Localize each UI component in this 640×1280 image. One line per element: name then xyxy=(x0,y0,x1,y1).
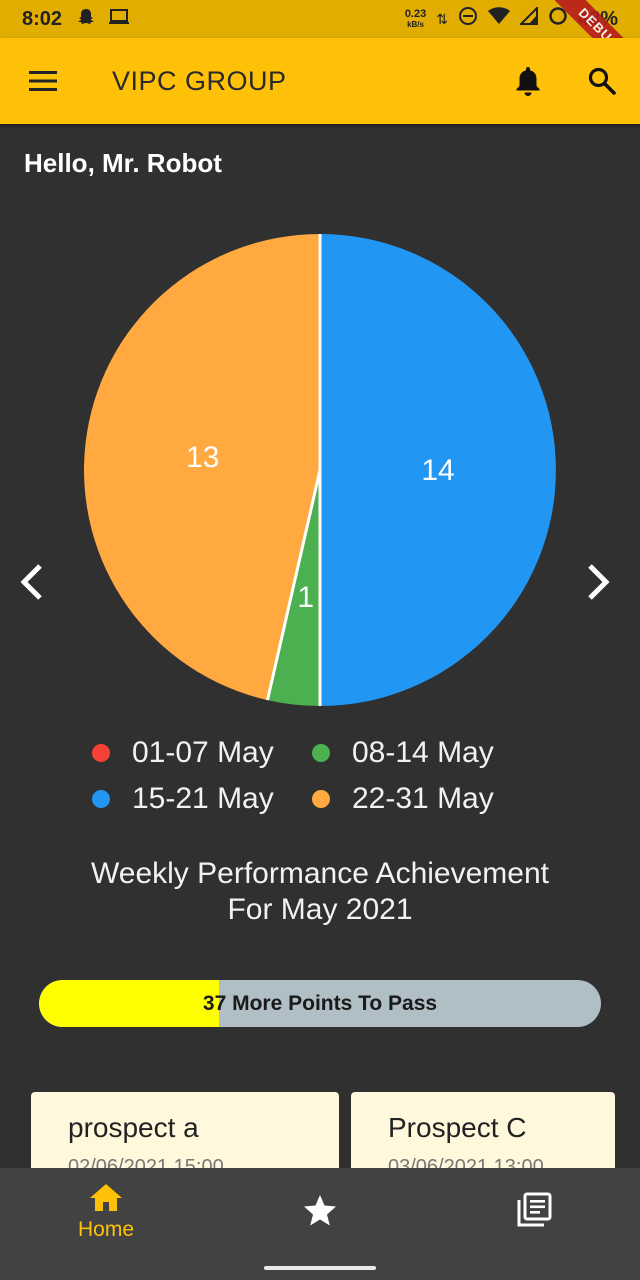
hamburger-icon xyxy=(29,71,57,91)
previous-month-button[interactable] xyxy=(10,552,54,612)
bell-icon xyxy=(516,67,540,96)
legend-label: 08-14 May xyxy=(352,736,494,769)
search-icon xyxy=(588,67,616,95)
legend-dot-0 xyxy=(92,744,110,762)
legend-item: 15-21 May xyxy=(92,782,274,816)
prospect-card[interactable]: Prospect C 03/06/2021 13:00 xyxy=(351,1092,615,1168)
cell-signal-icon xyxy=(518,5,538,31)
menu-button[interactable] xyxy=(14,51,74,111)
app-title: VIPC GROUP xyxy=(112,65,287,96)
legend-dot-3 xyxy=(312,790,330,808)
gesture-home-indicator xyxy=(264,1266,376,1270)
pie-label: 13 xyxy=(186,441,219,474)
data-transfer-icon: ⇅ xyxy=(436,10,448,27)
net-speed-value: 0.23 xyxy=(404,7,427,20)
net-speed-unit: kB/s xyxy=(407,19,424,29)
next-month-button[interactable] xyxy=(576,552,620,612)
bottom-navigation: Home xyxy=(0,1168,640,1280)
nav-reports[interactable] xyxy=(514,1192,554,1228)
nav-favorites[interactable] xyxy=(300,1194,340,1226)
legend-item: 08-14 May xyxy=(312,736,494,770)
pie-chart-container: 14 1 13 xyxy=(0,210,640,730)
prospect-time: 02/06/2021 15:00 xyxy=(68,1156,224,1168)
nav-home-label: Home xyxy=(77,1218,135,1241)
chart-title-line-2: For May 2021 xyxy=(227,893,413,926)
chart-title-line-1: Weekly Performance Achievement xyxy=(91,857,549,890)
legend-dot-1 xyxy=(312,744,330,762)
pie-label: 1 xyxy=(297,581,314,614)
points-progress-bar: 37 More Points To Pass xyxy=(39,980,601,1027)
legend-label: 22-31 May xyxy=(352,782,494,815)
app-bar: VIPC GROUP xyxy=(0,38,640,124)
notifications-button[interactable] xyxy=(502,51,554,111)
nav-home[interactable]: Home xyxy=(66,1182,146,1242)
pie-chart: 14 1 13 xyxy=(84,234,556,706)
legend-dot-2 xyxy=(92,790,110,808)
library-books-icon xyxy=(517,1192,552,1227)
status-bar: 8:02 0.23 kB/s ⇅ 48% DEBUG xyxy=(0,0,640,97)
network-speed: 0.23 kB/s xyxy=(404,7,427,30)
prospect-card[interactable]: prospect a 02/06/2021 15:00 xyxy=(31,1092,339,1168)
pie-label: 14 xyxy=(421,454,454,487)
progress-label: 37 More Points To Pass xyxy=(202,991,438,1015)
prospect-name: prospect a xyxy=(68,1112,199,1143)
chart-title: Weekly Performance Achievement For May 2… xyxy=(0,856,640,928)
search-button[interactable] xyxy=(576,51,628,111)
wifi-icon xyxy=(487,7,510,31)
prospect-name: Prospect C xyxy=(388,1112,527,1143)
dnd-icon xyxy=(458,6,478,32)
prospect-time: 03/06/2021 13:00 xyxy=(388,1156,544,1168)
star-icon xyxy=(304,1195,336,1226)
legend-label: 01-07 May xyxy=(132,736,274,769)
greeting-text: Hello, Mr. Robot xyxy=(24,148,222,178)
legend-label: 15-21 May xyxy=(132,782,274,815)
chevron-left-icon xyxy=(20,564,42,600)
legend-item: 22-31 May xyxy=(312,782,494,816)
home-icon xyxy=(90,1184,122,1211)
legend-item: 01-07 May xyxy=(92,736,274,770)
status-time: 8:02 xyxy=(22,7,63,30)
chevron-right-icon xyxy=(588,564,610,600)
prospect-list: prospect a 02/06/2021 15:00 Prospect C 0… xyxy=(0,1092,640,1168)
laptop-icon xyxy=(108,8,130,31)
snapchat-icon xyxy=(76,7,96,32)
